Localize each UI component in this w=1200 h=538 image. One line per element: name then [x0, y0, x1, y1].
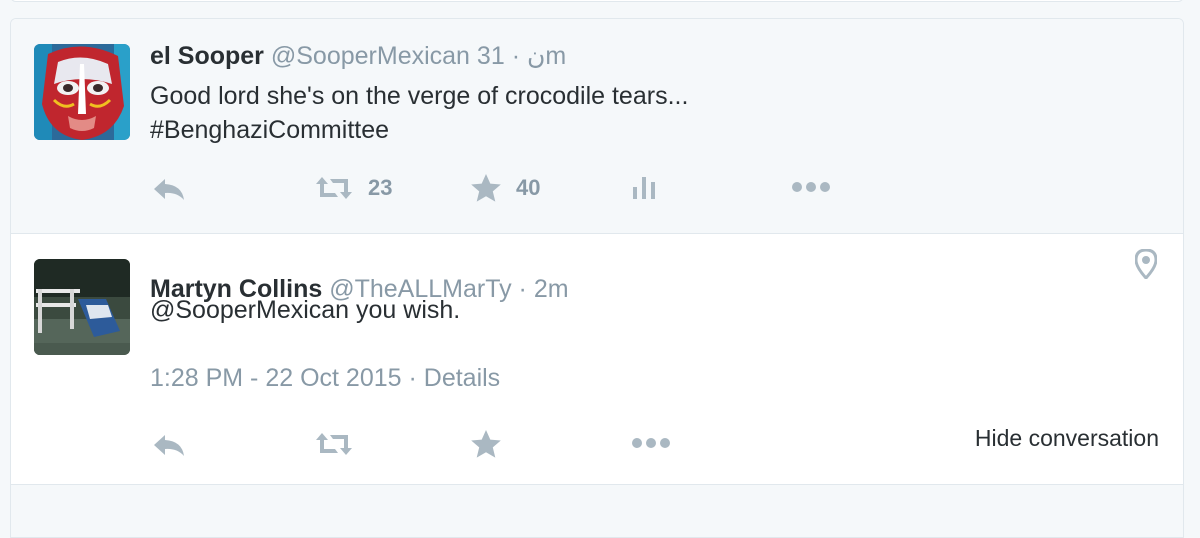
avatar[interactable]: [34, 259, 130, 355]
retweet-button[interactable]: [314, 429, 354, 459]
more-dots-icon: [631, 437, 671, 449]
more-dots-icon: [791, 181, 831, 193]
favorite-count: 40: [516, 175, 541, 200]
fullname[interactable]: el Sooper: [150, 42, 264, 70]
tweet-actions: 23 40: [11, 169, 1183, 209]
retweet-button[interactable]: 23: [314, 173, 392, 203]
reply-box-strip: [11, 484, 1183, 537]
username[interactable]: @SooperMexican: [271, 42, 470, 70]
reply-button[interactable]: [151, 431, 187, 459]
tweet-header: el Sooper @SooperMexican ن · 31m: [150, 41, 566, 71]
conversation-thread: el Sooper @SooperMexican ن · 31m Good lo…: [10, 18, 1184, 538]
more-options-button[interactable]: [631, 437, 671, 449]
analytics-button[interactable]: [631, 173, 657, 201]
favorite-button[interactable]: 40: [470, 173, 540, 203]
reply-button[interactable]: [151, 175, 187, 203]
retweet-icon: [314, 429, 354, 459]
location-pin-icon[interactable]: [1134, 248, 1158, 284]
previous-tweet-card-edge: [10, 0, 1184, 2]
separator-dot: ·: [408, 364, 417, 392]
reply-icon: [151, 175, 187, 203]
tweet-time[interactable]: 31m: [477, 42, 566, 70]
tweet-text-line: Good lord she's on the verge of crocodil…: [150, 82, 689, 110]
star-icon: [470, 429, 502, 459]
retweet-count: 23: [368, 175, 393, 200]
star-icon: [470, 173, 502, 203]
tweet-meta: 1:28 PM - 22 Oct 2015 · Details: [150, 363, 500, 393]
hashtag-link[interactable]: #BenghaziCommittee: [150, 113, 1130, 147]
tweet-text: @SooperMexican you wish.: [150, 296, 461, 324]
details-link[interactable]: Details: [424, 364, 500, 392]
tweet-text: Good lord she's on the verge of crocodil…: [150, 79, 1130, 147]
avatar-image-luchador-mask: [34, 44, 130, 140]
username-suffix: ن: [526, 42, 546, 70]
tweet-timestamp[interactable]: 1:28 PM - 22 Oct 2015: [150, 364, 402, 392]
more-options-button[interactable]: [791, 181, 831, 193]
avatar-image-tennis-court: [34, 259, 130, 355]
retweet-icon: [314, 173, 354, 203]
bar-chart-icon: [631, 173, 657, 201]
separator-dot: ·: [511, 42, 521, 70]
favorite-button[interactable]: [470, 429, 502, 459]
hide-conversation-link[interactable]: Hide conversation: [975, 423, 1159, 453]
tweet-el-sooper[interactable]: el Sooper @SooperMexican ن · 31m Good lo…: [11, 19, 1183, 234]
reply-icon: [151, 431, 187, 459]
avatar[interactable]: [34, 44, 130, 140]
